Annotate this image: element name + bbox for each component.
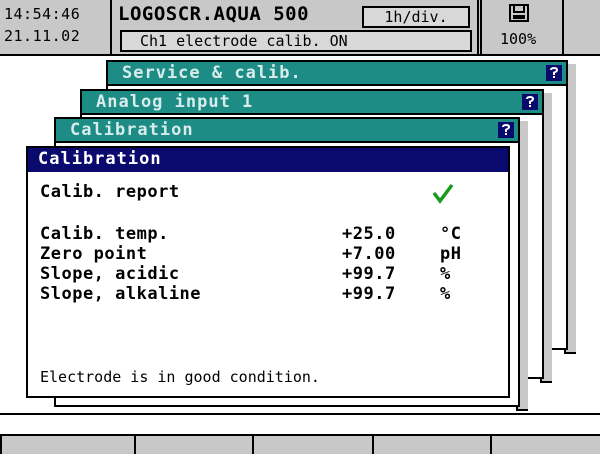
- softkey-5[interactable]: [492, 436, 600, 454]
- row-value: +99.7: [342, 264, 396, 284]
- clock-date: 21.11.02: [4, 27, 81, 45]
- checkmark-icon: [432, 183, 454, 204]
- dialog-title: Calibration: [38, 149, 162, 169]
- help-icon[interactable]: [522, 94, 538, 110]
- clock-time: 14:54:46: [4, 5, 81, 23]
- row-value: +25.0: [342, 224, 396, 244]
- report-row-zero-point: Zero point +7.00 pH: [40, 244, 461, 264]
- status-bar: 14:54:46 21.11.02 LOGOSCR.AQUA 500 1h/di…: [0, 0, 600, 54]
- divider: [0, 54, 600, 56]
- menu-title: Service & calib.: [122, 63, 302, 83]
- device-title: LOGOSCR.AQUA 500: [118, 3, 310, 25]
- row-value: +7.00: [342, 244, 396, 264]
- row-label: Calib. temp.: [40, 224, 169, 244]
- report-row-slope-acidic: Slope, acidic +99.7 %: [40, 264, 450, 284]
- softkey-2[interactable]: [136, 436, 252, 454]
- menu-header: Analog input 1: [82, 91, 542, 115]
- status-message: Ch1 electrode calib. ON: [120, 30, 472, 52]
- softkey-1[interactable]: [2, 436, 134, 454]
- menu-header: Calibration: [56, 119, 518, 143]
- report-title: Calib. report: [40, 182, 180, 202]
- divider: [477, 0, 479, 54]
- row-label: Zero point: [40, 244, 148, 264]
- row-unit: pH: [440, 244, 462, 264]
- time-scale-field[interactable]: 1h/div.: [362, 6, 470, 28]
- report-row-slope-alkaline: Slope, alkaline +99.7 %: [40, 284, 450, 304]
- row-value: +99.7: [342, 284, 396, 304]
- divider: [480, 0, 482, 54]
- menu-title: Analog input 1: [96, 92, 254, 112]
- datetime-box: 14:54:46 21.11.02: [0, 0, 112, 54]
- report-row-calib-temp: Calib. temp. +25.0 °C: [40, 224, 461, 244]
- softkey-4[interactable]: [374, 436, 490, 454]
- divider: [562, 0, 564, 54]
- help-icon[interactable]: [498, 122, 514, 138]
- row-unit: °C: [440, 224, 462, 244]
- row-unit: %: [440, 264, 451, 284]
- help-icon[interactable]: [546, 65, 562, 81]
- memory-card-icon: [509, 4, 529, 22]
- menu-title: Calibration: [70, 120, 194, 140]
- row-label: Slope, alkaline: [40, 284, 202, 304]
- row-unit: %: [440, 284, 451, 304]
- condition-message: Electrode is in good condition.: [40, 368, 320, 386]
- softkey-3[interactable]: [254, 436, 372, 454]
- menu-header: Service & calib.: [108, 62, 566, 86]
- memory-level: 100%: [500, 30, 537, 48]
- dialog-header: Calibration: [28, 148, 508, 172]
- calibration-report-dialog[interactable]: Calibration Calib. report Calib. temp. +…: [26, 146, 510, 398]
- row-label: Slope, acidic: [40, 264, 180, 284]
- divider: [0, 413, 600, 415]
